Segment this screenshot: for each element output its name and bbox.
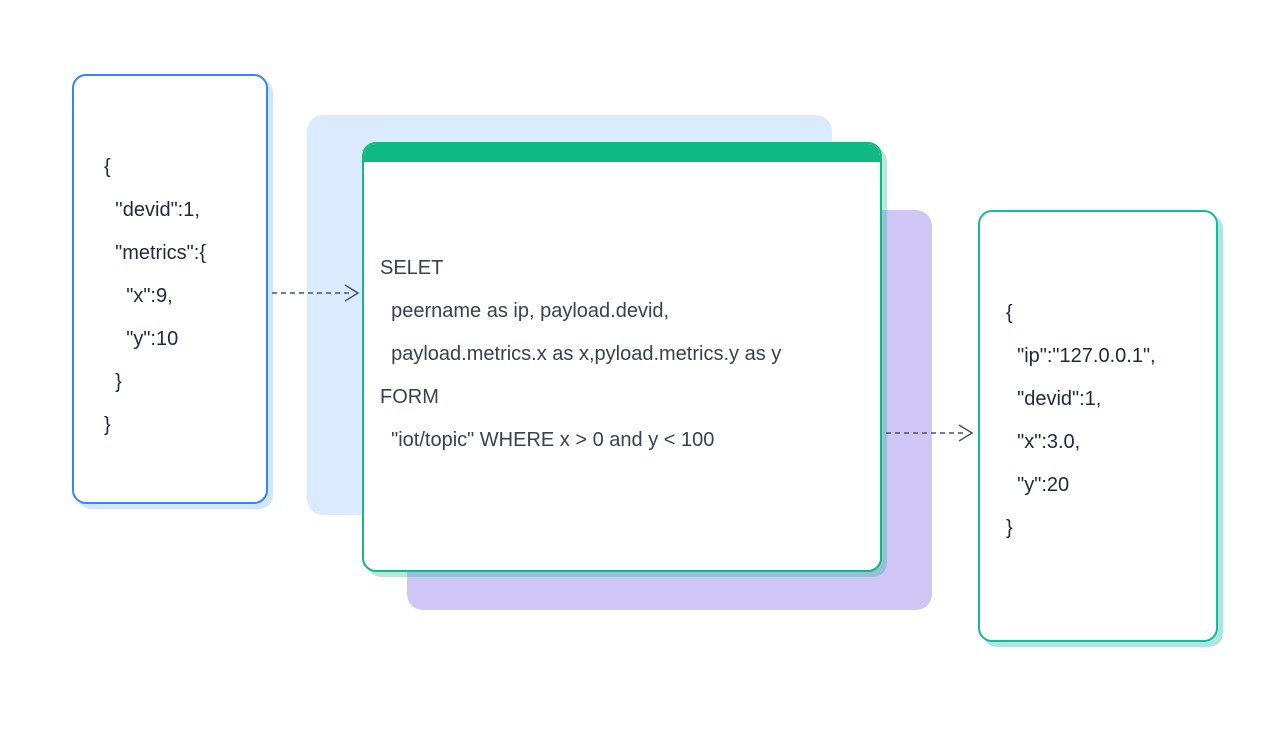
diagram-canvas: { ''devid":1, "metrics":{ "x":9, "y":10 …: [0, 0, 1270, 730]
sql-box-header-bar: [364, 144, 880, 162]
output-json-text: { "ip":"127.0.0.1", "devid":1, "x":3.0, …: [1006, 292, 1202, 550]
input-json-box: { ''devid":1, "metrics":{ "x":9, "y":10 …: [72, 74, 268, 504]
input-json-text: { ''devid":1, "metrics":{ "x":9, "y":10 …: [104, 146, 248, 447]
sql-query-text: SELET peername as ip, payload.devid, pay…: [380, 247, 865, 462]
sql-box-body: SELET peername as ip, payload.devid, pay…: [364, 162, 880, 482]
sql-query-box: SELET peername as ip, payload.devid, pay…: [362, 142, 882, 572]
output-json-box: { "ip":"127.0.0.1", "devid":1, "x":3.0, …: [978, 210, 1218, 642]
